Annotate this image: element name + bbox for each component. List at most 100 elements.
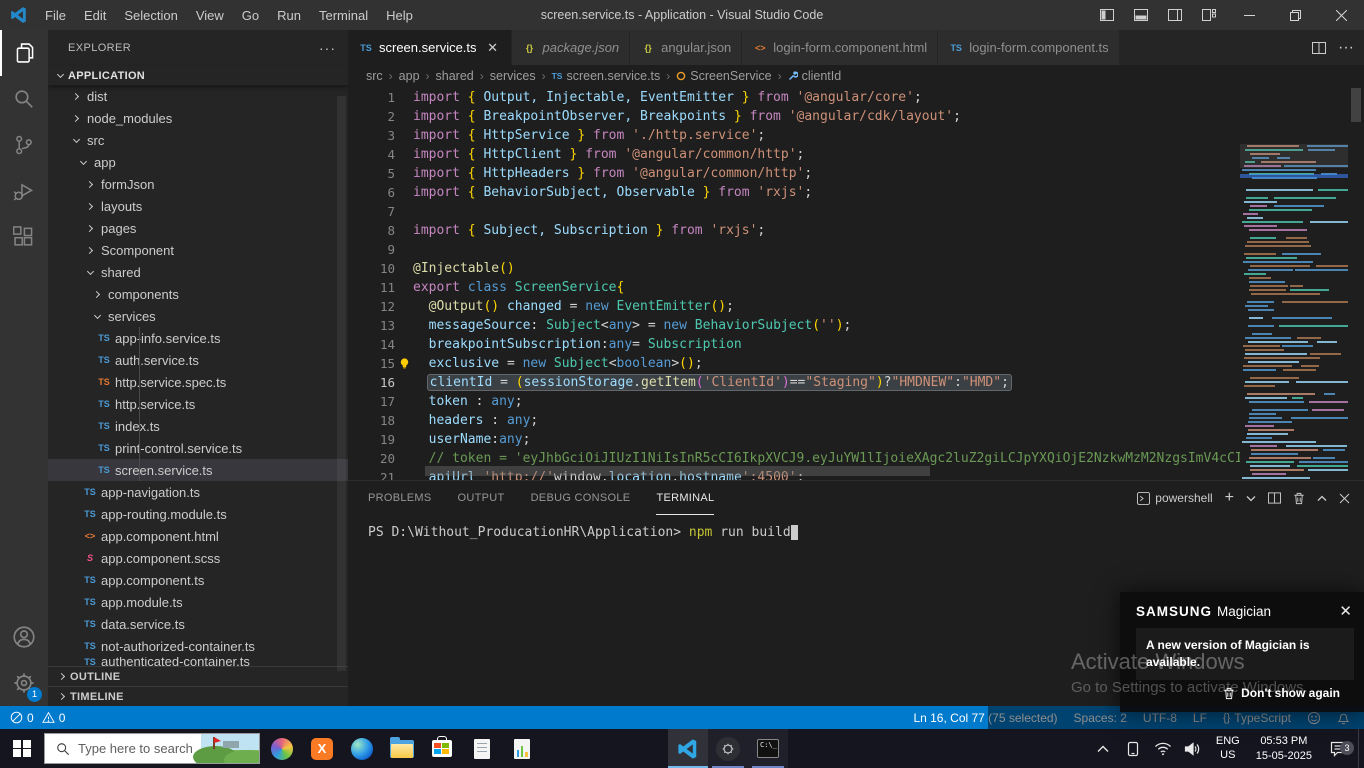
- outline-section[interactable]: OUTLINE: [48, 666, 348, 686]
- menu-edit[interactable]: Edit: [75, 0, 115, 30]
- sidebar-scrollbar[interactable]: [337, 96, 346, 671]
- file-app-module-ts[interactable]: TS app.module.ts: [48, 591, 348, 613]
- search-icon[interactable]: [0, 76, 48, 122]
- file-screen-service-ts[interactable]: TS screen.service.ts: [48, 459, 348, 481]
- folder-pages[interactable]: pages: [48, 217, 348, 239]
- editor-more-icon[interactable]: ···: [1338, 39, 1354, 57]
- breadcrumb-src[interactable]: src: [366, 69, 383, 83]
- code-line-13[interactable]: 13 messageSource: Subject<any> = new Beh…: [348, 316, 1240, 335]
- language-indicator[interactable]: ENG US: [1208, 735, 1248, 763]
- restore-button[interactable]: [1272, 0, 1318, 30]
- sidebar-more-icon[interactable]: ···: [319, 40, 336, 56]
- code-line-1[interactable]: 1 import { Output, Injectable, EventEmitt…: [348, 88, 1240, 107]
- timeline-section[interactable]: TIMELINE: [48, 686, 348, 706]
- code-line-19[interactable]: 19 userName:any;: [348, 430, 1240, 449]
- breadcrumb-screen-service-ts[interactable]: TS screen.service.ts: [552, 69, 661, 83]
- file-app-routing-module-ts[interactable]: TS app-routing.module.ts: [48, 503, 348, 525]
- panel-tab-output[interactable]: OUTPUT: [458, 481, 505, 515]
- tab-screen-service-ts[interactable]: TS screen.service.ts ✕: [348, 30, 512, 65]
- taskbar-copilot-icon[interactable]: [262, 729, 302, 768]
- vertical-scrollbar[interactable]: [1351, 88, 1361, 122]
- file-app-component-html[interactable]: <> app.component.html: [48, 525, 348, 547]
- file-data-service-ts[interactable]: TS data.service.ts: [48, 613, 348, 635]
- explorer-icon[interactable]: [0, 30, 48, 76]
- code-line-3[interactable]: 3 import { HttpService } from './http.ser…: [348, 126, 1240, 145]
- problems-status[interactable]: 0 0: [10, 711, 65, 725]
- code-editor[interactable]: 1 import { Output, Injectable, EventEmitt…: [348, 87, 1364, 480]
- tab-login-form-component-html[interactable]: <> login-form.component.html: [742, 30, 939, 65]
- menu-go[interactable]: Go: [233, 0, 268, 30]
- layout-sidebar-icon[interactable]: [1090, 0, 1124, 30]
- taskbar-vscode-icon[interactable]: [668, 729, 708, 768]
- action-center-icon[interactable]: 3: [1320, 740, 1356, 757]
- file-app-info-service-ts[interactable]: TS app-info.service.ts: [48, 327, 348, 349]
- notification-close-icon[interactable]: ✕: [1339, 602, 1352, 620]
- breadcrumb-services[interactable]: services: [490, 69, 536, 83]
- terminal-output[interactable]: PS D:\Without_ProducationHR\Application>…: [348, 515, 1364, 540]
- terminal-dropdown-icon[interactable]: [1246, 495, 1256, 502]
- file-app-component-scss[interactable]: Sapp.component.scss: [48, 547, 348, 569]
- code-line-12[interactable]: 12 @Output() changed = new EventEmitter(…: [348, 297, 1240, 316]
- taskbar-cmd-icon[interactable]: [748, 729, 788, 768]
- tab-package-json[interactable]: {} package.json: [511, 30, 631, 65]
- menu-terminal[interactable]: Terminal: [310, 0, 377, 30]
- lightbulb-icon[interactable]: [398, 357, 411, 370]
- taskbar-xampp-icon[interactable]: X: [302, 729, 342, 768]
- menu-help[interactable]: Help: [377, 0, 422, 30]
- code-line-7[interactable]: 7: [348, 202, 1240, 221]
- dont-show-again-button[interactable]: Don't show again: [1120, 680, 1364, 700]
- taskbar-search[interactable]: Type here to search: [44, 733, 260, 764]
- run-debug-icon[interactable]: [0, 168, 48, 214]
- clock[interactable]: 05:53 PM 15-05-2025: [1248, 734, 1320, 763]
- minimap[interactable]: [1240, 144, 1348, 480]
- folder-src[interactable]: src: [48, 129, 348, 151]
- close-panel-icon[interactable]: [1339, 493, 1350, 504]
- tray-wifi-icon[interactable]: [1148, 742, 1178, 756]
- menu-selection[interactable]: Selection: [115, 0, 186, 30]
- file-auth-service-ts[interactable]: TS auth.service.ts: [48, 349, 348, 371]
- taskbar-document-chart-icon[interactable]: [502, 729, 542, 768]
- maximize-panel-icon[interactable]: [1317, 495, 1327, 502]
- show-desktop-button[interactable]: [1358, 729, 1364, 768]
- file-http-service-ts[interactable]: TS http.service.ts: [48, 393, 348, 415]
- file-not-authorized-container-ts[interactable]: TS not-authorized-container.ts: [48, 635, 348, 657]
- search-daily-image[interactable]: [193, 734, 259, 763]
- menu-view[interactable]: View: [187, 0, 233, 30]
- folder-services[interactable]: services: [48, 305, 348, 327]
- file-print-control-service-ts[interactable]: TS print-control.service.ts: [48, 437, 348, 459]
- file-authenticated-container-ts[interactable]: TS authenticated-container.ts: [48, 657, 348, 666]
- code-line-9[interactable]: 9: [348, 240, 1240, 259]
- folder-shared[interactable]: shared: [48, 261, 348, 283]
- breadcrumb-clientid[interactable]: clientId: [788, 69, 841, 83]
- file-http-service-spec-ts[interactable]: TS http.service.spec.ts: [48, 371, 348, 393]
- layout-panel-icon[interactable]: [1124, 0, 1158, 30]
- folder-layouts[interactable]: layouts: [48, 195, 348, 217]
- taskbar-edge-icon[interactable]: [342, 729, 382, 768]
- code-line-18[interactable]: 18 headers : any;: [348, 411, 1240, 430]
- workspace-section-header[interactable]: APPLICATION: [48, 66, 348, 85]
- file-index-ts[interactable]: TS index.ts: [48, 415, 348, 437]
- code-line-2[interactable]: 2 import { BreakpointObserver, Breakpoint…: [348, 107, 1240, 126]
- file-app-navigation-ts[interactable]: TS app-navigation.ts: [48, 481, 348, 503]
- folder-components[interactable]: components: [48, 283, 348, 305]
- tab-angular-json[interactable]: {} angular.json: [630, 30, 743, 65]
- settings-gear-icon[interactable]: 1: [0, 660, 48, 706]
- code-line-8[interactable]: 8 import { Subject, Subscription } from '…: [348, 221, 1240, 240]
- code-line-6[interactable]: 6 import { BehaviorSubject, Observable } …: [348, 183, 1240, 202]
- code-line-4[interactable]: 4 import { HttpClient } from '@angular/co…: [348, 145, 1240, 164]
- taskbar-store-icon[interactable]: [422, 729, 462, 768]
- menu-run[interactable]: Run: [268, 0, 310, 30]
- tab-close-icon[interactable]: ✕: [485, 40, 501, 56]
- start-button[interactable]: [0, 729, 44, 768]
- code-line-16[interactable]: 16 clientId = (sessionStorage.getItem('C…: [348, 373, 1240, 392]
- minimap-slider[interactable]: [1240, 144, 1348, 168]
- source-control-icon[interactable]: [0, 122, 48, 168]
- menu-file[interactable]: File: [36, 0, 75, 30]
- taskbar-file-explorer-icon[interactable]: [382, 729, 422, 768]
- split-terminal-icon[interactable]: [1268, 492, 1281, 504]
- panel-tab-debug-console[interactable]: DEBUG CONSOLE: [531, 481, 631, 515]
- panel-tab-problems[interactable]: PROBLEMS: [368, 481, 432, 515]
- code-line-11[interactable]: 11 export class ScreenService{: [348, 278, 1240, 297]
- new-terminal-icon[interactable]: +: [1225, 489, 1234, 507]
- folder-dist[interactable]: dist: [48, 85, 348, 107]
